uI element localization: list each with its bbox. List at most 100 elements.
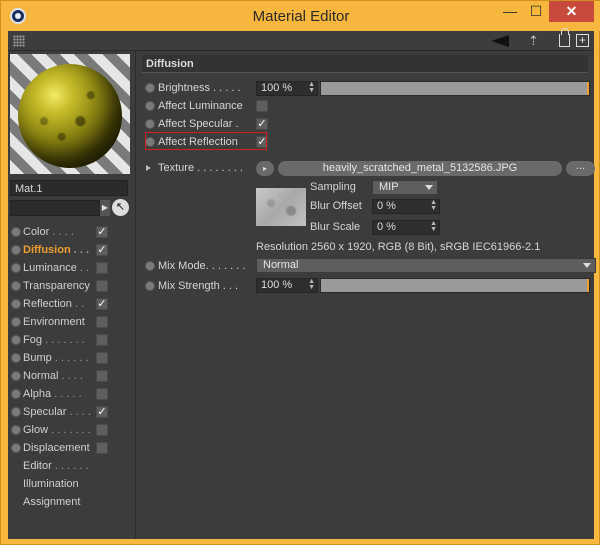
channel-reflection[interactable]: Reflection . . ✓ [8,295,136,313]
channel-dot-icon [11,443,21,453]
animate-dot-icon[interactable] [145,281,155,291]
channel-label: Illumination [23,478,79,490]
channel-checkbox[interactable] [96,370,108,382]
channel-dot-icon [11,371,21,381]
slider-end-marker [587,82,589,95]
material-name-field[interactable]: Mat.1 [10,180,128,196]
spinner-icon[interactable]: ▲ ▼ [308,81,315,94]
channel-editor[interactable]: Editor . . . . . . [8,457,136,475]
channel-bump[interactable]: Bump . . . . . . [8,349,136,367]
channel-color[interactable]: Color . . . . ✓ [8,223,136,241]
spinner-icon[interactable]: ▲ ▼ [308,278,315,291]
section-header: Diffusion [142,55,588,73]
channel-checkbox[interactable] [96,352,108,364]
channel-checkbox[interactable]: ✓ [96,406,108,418]
texture-label: Texture . . . . . . . . [158,162,243,174]
channel-glow[interactable]: Glow . . . . . . . [8,421,136,439]
panel-grip-icon[interactable] [13,35,25,47]
channel-assignment[interactable]: Assignment [8,493,136,511]
filter-arrow-icon[interactable]: ▶ [100,200,110,216]
channel-checkbox[interactable] [96,424,108,436]
channel-dot-icon [11,407,21,417]
channel-checkbox[interactable] [96,280,108,292]
brightness-field[interactable]: 100 % ▲ ▼ [256,81,318,96]
maximize-button[interactable]: ☐ [523,1,549,22]
brightness-slider[interactable] [320,81,590,96]
channel-checkbox[interactable] [96,442,108,454]
channel-checkbox[interactable] [96,262,108,274]
channel-alpha[interactable]: Alpha . . . . . [8,385,136,403]
channel-checkbox[interactable]: ✓ [96,226,108,238]
minimize-button[interactable]: — [497,1,523,22]
channel-label: Color [23,226,50,238]
material-editor-window: Material Editor — ☐ ✕ ⇡ + Mat.1 ▶ ↖ Colo… [0,0,600,545]
affect-luminance-checkbox[interactable] [256,100,268,112]
animate-dot-icon[interactable] [145,83,155,93]
pointer-tool-icon[interactable]: ↖ [112,199,129,216]
channel-diffusion[interactable]: Diffusion . . . ✓ [8,241,136,259]
sampling-dropdown[interactable]: MIP [372,180,438,195]
spinner-icon[interactable]: ▲ ▼ [430,220,437,233]
channel-dot-icon [11,425,21,435]
channel-normal[interactable]: Normal . . . . [8,367,136,385]
channel-fog[interactable]: Fog . . . . . . . [8,331,136,349]
channel-illumination[interactable]: Illumination [8,475,136,493]
channel-checkbox[interactable] [96,316,108,328]
chevron-down-icon [583,263,591,268]
channel-environment[interactable]: Environment [8,313,136,331]
mix-strength-slider[interactable] [320,278,590,293]
channel-label: Luminance [23,262,77,274]
material-preview[interactable] [10,54,130,174]
texture-browse-button[interactable]: ... [566,161,595,176]
channel-filter-field[interactable] [10,200,100,216]
channel-checkbox[interactable] [96,334,108,346]
spinner-icon[interactable]: ▲ ▼ [430,199,437,212]
nav-up-icon[interactable]: ⇡ [528,34,542,48]
chevron-down-icon [425,185,433,190]
channel-label: Assignment [23,496,81,508]
channel-label: Normal [23,370,59,382]
lock-icon[interactable] [559,28,570,47]
mix-mode-label: Mix Mode. . . . . . . [158,260,246,272]
channel-pane: Mat.1 ▶ ↖ Color . . . . ✓ Diffusion . . … [8,51,136,539]
channel-checkbox[interactable]: ✓ [96,298,108,310]
animate-dot-icon[interactable] [145,119,155,129]
blur-scale-label: Blur Scale [310,221,361,233]
channel-dot-icon [11,389,21,399]
channel-label: Displacement [23,442,90,454]
channel-list: Color . . . . ✓ Diffusion . . . ✓ Lumina… [8,223,136,511]
close-button[interactable]: ✕ [549,1,594,22]
annotation-highlight-box [145,132,267,150]
channel-checkbox[interactable] [96,388,108,400]
channel-label: Transparency [23,280,90,292]
texture-resolution-info: Resolution 2560 x 1920, RGB (8 Bit), sRG… [256,241,541,253]
channel-dot-icon [11,245,21,255]
blur-offset-field[interactable]: 0 % ▲ ▼ [372,199,440,214]
channel-checkbox[interactable]: ✓ [96,244,108,256]
brightness-slider-fill [321,82,589,95]
nav-back-arrow-icon[interactable] [491,35,509,47]
title-bar: Material Editor — ☐ ✕ [1,1,600,31]
channel-luminance[interactable]: Luminance . . [8,259,136,277]
mix-mode-dropdown[interactable]: Normal [256,258,596,273]
affect-specular-checkbox[interactable]: ✓ [256,118,268,130]
new-window-icon[interactable]: + [576,34,589,47]
texture-file-button[interactable]: heavily_scratched_metal_5132586.JPG [278,161,562,176]
blur-scale-field[interactable]: 0 % ▲ ▼ [372,220,440,235]
channel-dot-icon [11,353,21,363]
affect-luminance-label: Affect Luminance [158,100,243,112]
blur-offset-label: Blur Offset [310,200,362,212]
channel-label: Diffusion [23,244,71,256]
texture-thumbnail[interactable] [256,188,306,226]
mix-strength-label: Mix Strength . . . [158,280,239,292]
channel-displacement[interactable]: Displacement [8,439,136,457]
channel-label: Reflection [23,298,72,310]
animate-dot-icon[interactable] [145,261,155,271]
channel-specular[interactable]: Specular . . . . ✓ [8,403,136,421]
affect-luminance-row: Affect Luminance [142,97,592,115]
animate-dot-icon[interactable] [145,101,155,111]
channel-transparency[interactable]: Transparency [8,277,136,295]
channel-label: Glow [23,424,49,436]
texture-menu-button[interactable]: ▸ [256,161,274,176]
mix-strength-field[interactable]: 100 % ▲ ▼ [256,278,318,293]
